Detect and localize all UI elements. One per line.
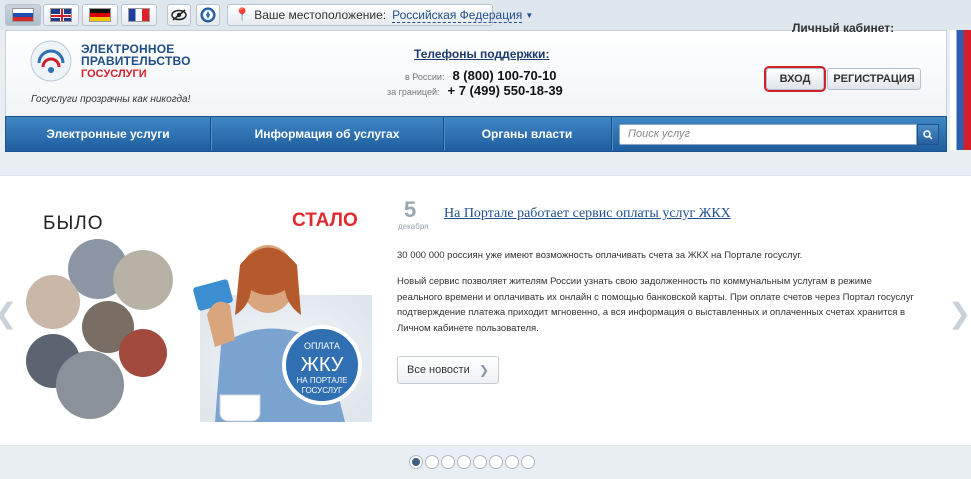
search-button[interactable]: [917, 124, 939, 145]
russia-flag-icon: [12, 8, 34, 22]
slider-dot[interactable]: [409, 455, 423, 469]
location-pin-icon: 📍: [234, 7, 251, 22]
all-news-button[interactable]: Все новости ❯: [397, 356, 499, 384]
location-value[interactable]: Российская Федерация: [392, 8, 523, 23]
chevron-right-icon: ❯: [478, 363, 489, 377]
slider-dot[interactable]: [521, 455, 535, 469]
all-news-label: Все новости: [407, 364, 470, 376]
france-flag-icon: [128, 8, 150, 22]
location-label: Ваше местоположение:: [254, 8, 387, 22]
promo-badge-line: НА ПОРТАЛЕ: [296, 376, 347, 385]
slider-dot[interactable]: [473, 455, 487, 469]
compass-icon: [200, 7, 216, 23]
news-paragraph: 30 000 000 россиян уже имеют возможность…: [397, 250, 803, 261]
login-button[interactable]: ВХОД: [764, 66, 826, 92]
slider-next-arrow-icon[interactable]: ❯: [948, 297, 971, 330]
flag-ribbon: [950, 30, 971, 150]
logo-title[interactable]: ЭЛЕКТРОННОЕ ПРАВИТЕЛЬСТВО: [81, 43, 191, 67]
compass-button[interactable]: [196, 4, 220, 26]
news-paragraph: Новый сервис позволяет жителям России уз…: [397, 276, 914, 334]
search-input[interactable]: Поиск услуг: [619, 124, 917, 145]
slider-dot[interactable]: [489, 455, 503, 469]
support-row-abroad: за границей: + 7 (499) 550-18-39: [387, 83, 563, 98]
emblem-icon: [30, 40, 72, 82]
location-selector[interactable]: 📍 Ваше местоположение: Российская Федера…: [227, 4, 533, 26]
slider-dot[interactable]: [505, 455, 519, 469]
news-date-month: декабря: [398, 222, 429, 231]
promo-before-label: БЫЛО: [43, 213, 104, 234]
language-de-button[interactable]: [82, 4, 118, 26]
logo-line2: ПРАВИТЕЛЬСТВО: [81, 54, 191, 68]
support-row-russia: в России: 8 (800) 100-70-10: [405, 68, 557, 83]
promo-banner-image[interactable]: ОПЛАТА ЖКУ НА ПОРТАЛЕ ГОСУСЛУГ: [25, 235, 372, 422]
news-title-link[interactable]: На Портале работает сервис оплаты услуг …: [444, 206, 731, 222]
slider-dot[interactable]: [441, 455, 455, 469]
accessibility-button[interactable]: [167, 4, 191, 26]
promo-badge-line: ЖКУ: [300, 354, 343, 376]
promo-badge-line: ГОСУСЛУГ: [302, 386, 344, 395]
cabinet-title: Личный кабинет:: [792, 21, 895, 35]
eye-icon: [171, 9, 187, 21]
slider-prev-arrow-icon[interactable]: ❮: [0, 297, 17, 330]
language-fr-button[interactable]: [121, 4, 157, 26]
support-label: в России:: [405, 72, 445, 82]
news-date-day: 5: [404, 197, 417, 222]
support-label: за границей:: [387, 87, 440, 97]
nav-divider: [611, 117, 612, 151]
slider-dot[interactable]: [457, 455, 471, 469]
support-number: 8 (800) 100-70-10: [452, 68, 557, 83]
slider-pagination: [409, 455, 535, 469]
promo-badge-line: ОПЛАТА: [304, 341, 340, 351]
support-number: + 7 (499) 550-18-39: [447, 83, 563, 98]
nav-item-services-info[interactable]: Информация об услугах: [211, 117, 443, 151]
nav-item-electronic-services[interactable]: Электронные услуги: [6, 117, 210, 151]
slogan: Госуслуги прозрачны как никогда!: [31, 94, 191, 105]
register-button[interactable]: РЕГИСТРАЦИЯ: [827, 68, 921, 90]
nav-item-authorities[interactable]: Органы власти: [444, 117, 610, 151]
germany-flag-icon: [89, 8, 111, 22]
support-title[interactable]: Телефоны поддержки:: [414, 47, 549, 61]
search-icon: [923, 129, 933, 140]
logo-subtitle: ГОСУСЛУГИ: [81, 68, 147, 80]
language-ru-button[interactable]: [5, 4, 41, 26]
uk-flag-icon: [50, 8, 72, 22]
language-en-button[interactable]: [43, 4, 79, 26]
promo-after-label: СТАЛО: [292, 210, 358, 231]
slider-dot[interactable]: [425, 455, 439, 469]
chevron-down-icon: ▼: [525, 10, 534, 20]
